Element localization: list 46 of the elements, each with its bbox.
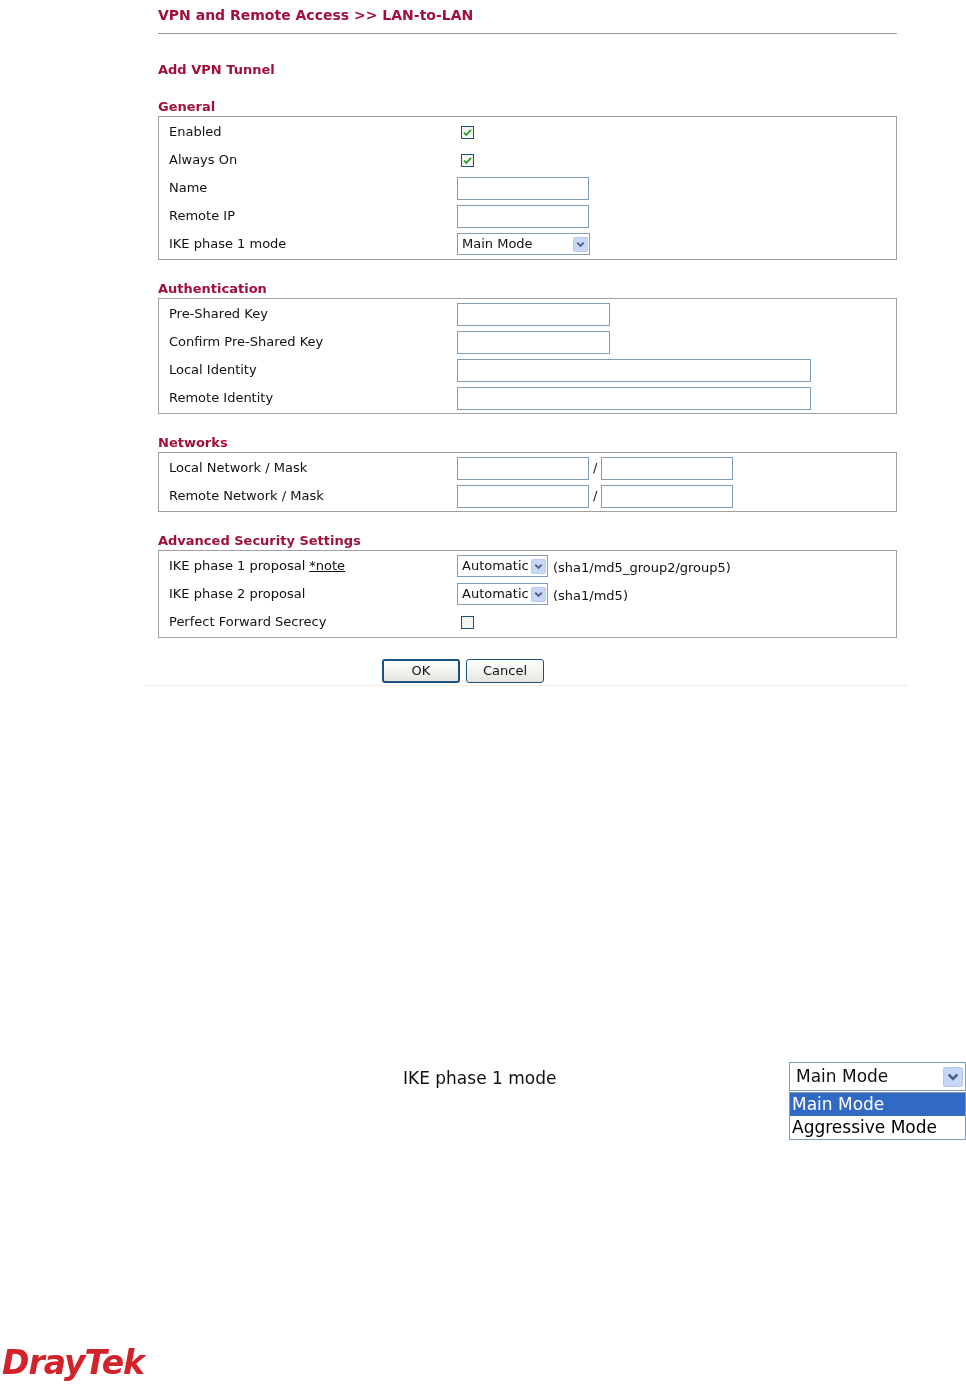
proposal-hint: (sha1/md5) bbox=[553, 586, 628, 605]
callout-label: IKE phase 1 mode bbox=[403, 1067, 557, 1090]
slash-separator: / bbox=[592, 487, 599, 506]
section-title: General bbox=[158, 99, 217, 115]
select-dropdown[interactable]: Automatic bbox=[457, 583, 548, 605]
mode-dropdown[interactable]: Main Mode bbox=[789, 1062, 966, 1091]
proposal-hint: (sha1/md5_group2/group5) bbox=[553, 558, 731, 577]
field-label: IKE phase 1 proposal bbox=[169, 557, 306, 576]
field-label: Local Identity bbox=[169, 361, 257, 380]
text-field[interactable] bbox=[457, 386, 811, 410]
field-label: Remote Identity bbox=[169, 389, 274, 408]
mask-field[interactable] bbox=[601, 456, 734, 480]
form-heading: Add VPN Tunnel bbox=[158, 62, 276, 78]
text-field[interactable] bbox=[457, 302, 610, 326]
section-title: Authentication bbox=[158, 281, 268, 297]
field-label: Pre-Shared Key bbox=[169, 305, 268, 324]
mask-field[interactable] bbox=[601, 484, 734, 508]
field-label: Confirm Pre-Shared Key bbox=[169, 333, 324, 352]
text-field[interactable] bbox=[457, 176, 589, 200]
field-label: Local Network / Mask bbox=[169, 459, 308, 478]
dropdown-option[interactable]: Main Mode bbox=[790, 1093, 965, 1116]
cancel-button[interactable]: Cancel bbox=[466, 659, 544, 683]
page-breadcrumb: VPN and Remote Access >> LAN-to-LAN bbox=[158, 6, 475, 24]
ok-button[interactable]: OK bbox=[382, 659, 460, 683]
field-label: Perfect Forward Secrecy bbox=[169, 613, 327, 632]
network-field[interactable] bbox=[457, 456, 589, 480]
field-label: Enabled bbox=[169, 123, 222, 142]
note-link[interactable]: *note bbox=[309, 556, 346, 576]
field-label: IKE phase 2 proposal bbox=[169, 585, 306, 604]
network-field[interactable] bbox=[457, 484, 589, 508]
field-label: Remote IP bbox=[169, 207, 235, 226]
checkbox[interactable] bbox=[461, 125, 474, 139]
select-dropdown[interactable]: Main Mode bbox=[457, 233, 590, 255]
field-label: Remote Network / Mask bbox=[169, 487, 324, 506]
select-dropdown[interactable]: Automatic bbox=[457, 555, 548, 577]
text-field[interactable] bbox=[457, 204, 589, 228]
text-field[interactable] bbox=[457, 330, 610, 354]
slash-separator: / bbox=[592, 459, 599, 478]
text-field[interactable] bbox=[457, 358, 811, 382]
section-title: Networks bbox=[158, 435, 229, 451]
section-title: Advanced Security Settings bbox=[158, 533, 362, 549]
checkbox[interactable] bbox=[461, 615, 474, 629]
field-label: Name bbox=[169, 179, 208, 198]
field-label: IKE phase 1 mode bbox=[169, 235, 287, 254]
checkbox[interactable] bbox=[461, 153, 474, 167]
field-label: Always On bbox=[169, 151, 238, 170]
